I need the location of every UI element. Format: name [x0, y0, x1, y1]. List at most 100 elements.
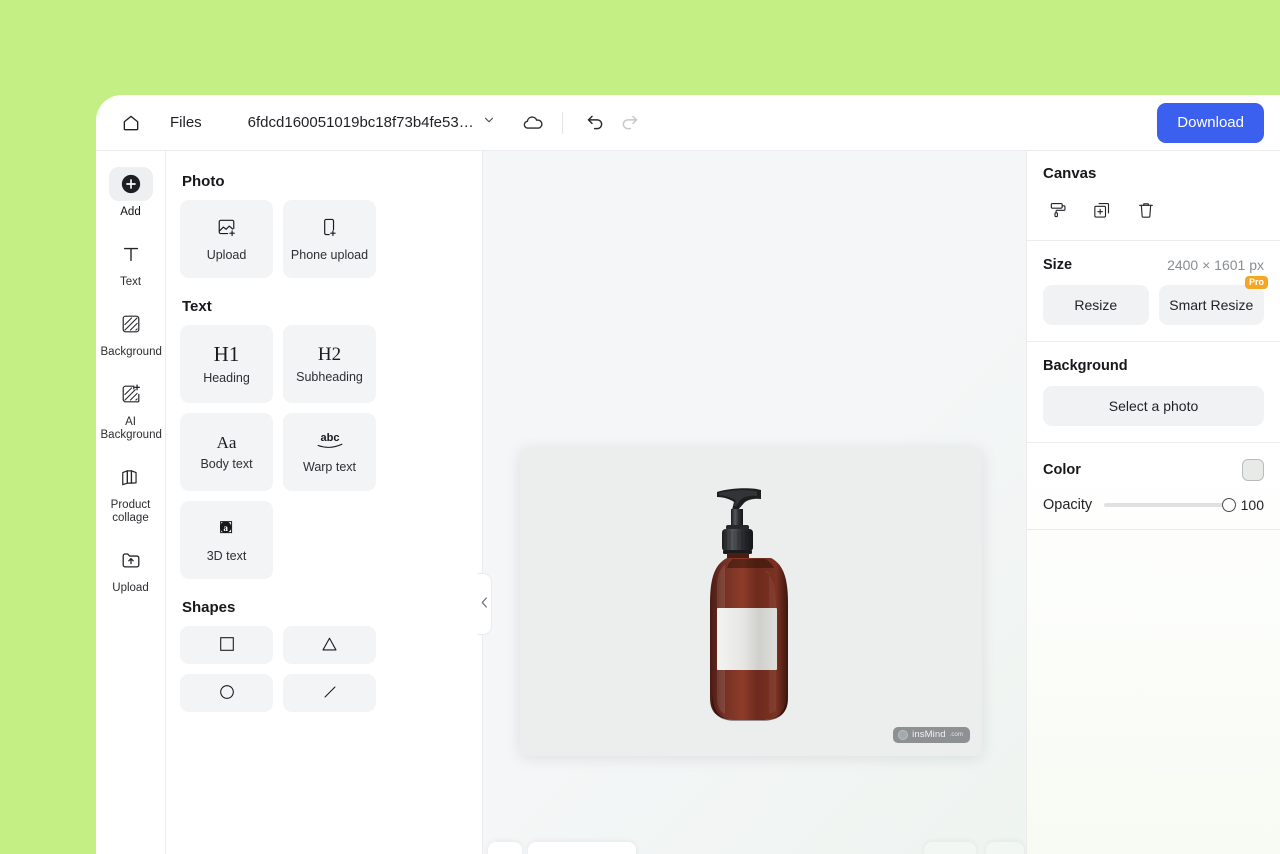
shapes-tile-grid	[180, 626, 466, 712]
background-row: Background	[1043, 342, 1264, 374]
duplicate-icon[interactable]	[1087, 196, 1117, 224]
undo-icon[interactable]	[579, 106, 613, 140]
photo-section-title: Photo	[182, 173, 225, 190]
add-tool-panel: Photo Upload Phone upload Text H1 Headin…	[166, 151, 483, 854]
size-value: 2400 × 1601 px	[1167, 257, 1264, 273]
square-shape-tile[interactable]	[180, 626, 273, 664]
heading-tile[interactable]: H1 Heading	[180, 325, 273, 403]
color-row: Color	[1043, 443, 1264, 481]
size-label: Size	[1043, 257, 1073, 273]
line-shape-tile[interactable]	[283, 674, 376, 712]
hatch-square-icon	[109, 307, 153, 341]
left-tool-rail: Add Text Background AI Background Produc…	[96, 151, 166, 854]
watermark-text: insMind	[912, 729, 946, 740]
subheading-tile[interactable]: H2 Subheading	[283, 325, 376, 403]
product-bottle-image[interactable]	[703, 486, 799, 731]
circle-shape-icon	[218, 683, 236, 704]
document-name: 6fdcd160051019bc18f73b4fe53ae1...	[247, 114, 478, 131]
smart-resize-button-label: Smart Resize	[1169, 297, 1254, 313]
svg-text:a: a	[223, 523, 228, 533]
warp-text-tile[interactable]: abc Warp text	[283, 413, 376, 491]
watermark-tld: .com	[949, 731, 963, 738]
upload-photo-tile[interactable]: Upload	[180, 200, 273, 278]
text-T-icon	[109, 237, 153, 271]
bottom-toolbar-layers[interactable]	[924, 842, 976, 854]
opacity-row: Opacity 100	[1043, 481, 1264, 513]
sidebar-item-label: Text	[119, 276, 142, 288]
triangle-shape-tile[interactable]	[283, 626, 376, 664]
color-swatch[interactable]	[1242, 459, 1264, 481]
text-section-title: Text	[182, 298, 212, 315]
sidebar-item-label: AI Background	[100, 416, 162, 441]
sidebar-item-product-collage[interactable]: Product collage	[100, 454, 162, 529]
3d-text-icon: a	[216, 517, 238, 543]
pro-badge: Pro	[1244, 276, 1268, 289]
chevron-left-icon	[480, 596, 489, 612]
insmind-logo-icon	[898, 729, 909, 740]
document-name-dropdown[interactable]: 6fdcd160051019bc18f73b4fe53ae1...	[240, 108, 502, 137]
collage-icon	[109, 460, 153, 494]
app-header: Files 6fdcd160051019bc18f73b4fe53ae1...	[96, 95, 1280, 151]
resize-button[interactable]: Resize	[1043, 285, 1149, 325]
folder-upload-icon	[109, 543, 153, 577]
insmind-editor-window: Files 6fdcd160051019bc18f73b4fe53ae1...	[96, 95, 1280, 854]
home-icon[interactable]	[114, 106, 148, 140]
sidebar-item-label: Upload	[112, 582, 149, 594]
bottom-toolbar-zoom[interactable]	[488, 842, 522, 854]
warp-text-icon: abc	[313, 430, 347, 454]
opacity-slider[interactable]	[1104, 498, 1236, 512]
phone-upload-tile[interactable]: Phone upload	[283, 200, 376, 278]
paint-roller-icon[interactable]	[1043, 196, 1073, 224]
download-button[interactable]: Download	[1157, 102, 1264, 143]
files-menu-button[interactable]: Files	[158, 108, 214, 137]
canvas-tools-row	[1043, 182, 1264, 240]
sidebar-item-add[interactable]: Add	[100, 161, 162, 223]
resize-buttons-row: Resize Smart Resize Pro	[1043, 276, 1268, 325]
shapes-section-title: Shapes	[182, 599, 236, 616]
opacity-label: Opacity	[1043, 497, 1093, 513]
cloud-save-icon[interactable]	[516, 106, 550, 140]
tile-label: Subheading	[296, 369, 363, 384]
sidebar-item-label: Product collage	[110, 499, 151, 524]
bottom-toolbar-help[interactable]	[986, 842, 1024, 854]
select-a-photo-button[interactable]: Select a photo	[1043, 386, 1264, 426]
tile-label: Heading	[203, 370, 250, 385]
tile-label: Phone upload	[290, 247, 369, 262]
tile-label: Upload	[206, 247, 247, 262]
heading-icon: H1	[213, 341, 240, 366]
tile-label: Warp text	[302, 460, 357, 474]
image-upload-icon	[216, 217, 237, 242]
canvas-stage[interactable]: insMind .com	[483, 151, 1026, 854]
smart-resize-button[interactable]: Smart Resize Pro	[1158, 276, 1268, 325]
redo-icon[interactable]	[613, 106, 647, 140]
circle-shape-tile[interactable]	[180, 674, 273, 712]
opacity-value: 100	[1240, 497, 1264, 513]
sidebar-item-label: Add	[120, 206, 141, 218]
svg-text:abc: abc	[320, 432, 339, 444]
panel-divider	[1027, 529, 1280, 530]
sidebar-item-ai-background[interactable]: AI Background	[100, 371, 162, 446]
bottom-toolbar-controls[interactable]	[528, 842, 636, 854]
photo-tile-grid: Upload Phone upload	[180, 200, 466, 278]
chevron-down-icon	[482, 113, 496, 132]
opacity-slider-knob[interactable]	[1221, 498, 1236, 512]
sidebar-item-upload[interactable]: Upload	[100, 537, 162, 599]
body-text-icon: Aa	[216, 432, 237, 452]
trash-icon[interactable]	[1131, 196, 1161, 224]
subheading-icon: H2	[317, 343, 342, 365]
artboard[interactable]: insMind .com	[520, 448, 982, 756]
3d-text-tile[interactable]: a 3D text	[180, 501, 273, 579]
size-row: Size 2400 × 1601 px	[1043, 241, 1264, 273]
sidebar-item-label: Background	[100, 346, 162, 358]
color-label: Color	[1043, 462, 1081, 478]
header-divider	[561, 111, 563, 134]
square-shape-icon	[218, 635, 236, 656]
phone-upload-icon	[319, 217, 340, 242]
text-tile-grid: H1 Heading H2 Subheading Aa Body text ab…	[180, 325, 466, 579]
sidebar-item-text[interactable]: Text	[100, 231, 162, 293]
select-photo-label: Select a photo	[1108, 398, 1199, 414]
panel-collapse-button[interactable]	[477, 573, 492, 635]
body-text-tile[interactable]: Aa Body text	[180, 413, 273, 491]
tile-label: Body text	[200, 456, 253, 471]
sidebar-item-background[interactable]: Background	[100, 301, 162, 363]
